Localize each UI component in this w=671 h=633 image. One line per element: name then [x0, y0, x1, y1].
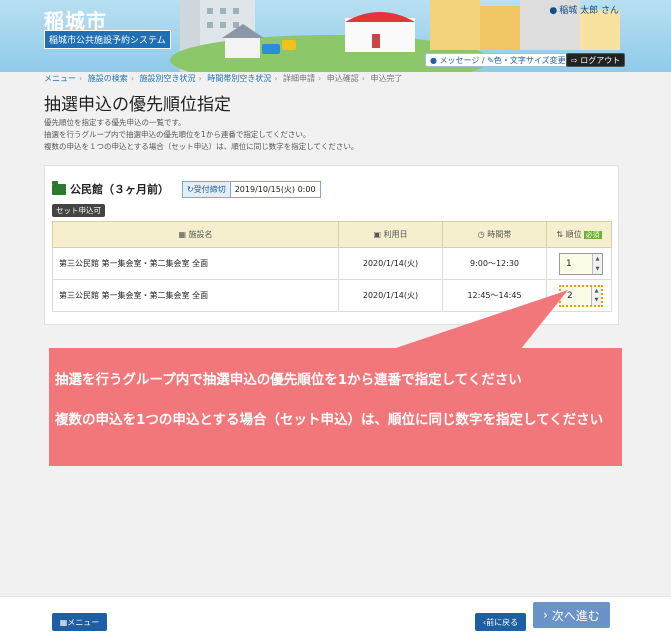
rank-stepper[interactable]: ▲ ▼	[591, 286, 601, 305]
breadcrumb: メニュー › 施設の検索 › 施設別空き状況 › 時間帯別空き状況 › 詳細申請 › 申込…	[44, 73, 403, 84]
refresh-icon: ↻	[187, 185, 194, 194]
rank-input[interactable]: 1 ▲ ▼	[559, 252, 603, 275]
date-cell: 2020/1/14(火)	[338, 279, 443, 312]
facility-name-cell: 第三公民館 第一集会室・第二集会室 全面	[52, 279, 339, 312]
rank-value: 2	[567, 290, 573, 301]
rank-stepper[interactable]: ▲ ▼	[592, 253, 602, 274]
text-size-label: 色・文字サイズ変更	[493, 56, 566, 65]
breadcrumb-item: 申込確認	[326, 74, 359, 83]
user-name-label: 稲城 太郎 さん	[559, 6, 619, 16]
menu-button[interactable]: ▦ メニュー	[52, 613, 107, 631]
column-header-label: 順位	[565, 230, 582, 239]
clock-icon: ◷	[477, 230, 488, 239]
table-header-row: ▦ 施設名 ▣ 利用日 ◷ 時間帯 ⇅ 順位 必須	[52, 221, 612, 248]
logout-icon: ⇨	[571, 56, 581, 65]
user-name[interactable]: ● 稲城 太郎 さん	[549, 3, 619, 16]
building-icon: ▦	[178, 230, 189, 239]
column-header-label: 時間帯	[487, 230, 512, 239]
back-label: 前に戻る	[486, 617, 519, 627]
breadcrumb-item[interactable]: 時間帯別空き状況	[207, 74, 271, 83]
description-line: 抽選を行うグループ内で抽選申込の優先順位を1から連番で指定してください。	[44, 130, 311, 139]
breadcrumb-item[interactable]: メニュー	[44, 74, 76, 83]
table-row: 第三公民館 第一集会室・第二集会室 全面 2020/1/14(火) 9:00～1…	[52, 247, 612, 280]
time-cell: 12:45～14:45	[442, 279, 547, 312]
column-header-time: ◷ 時間帯	[442, 221, 547, 248]
sort-icon: ⇅	[556, 230, 566, 239]
chevron-down-icon[interactable]: ▼	[596, 266, 600, 272]
chevron-up-icon[interactable]: ▲	[596, 256, 600, 262]
chevron-up-icon[interactable]: ▲	[595, 288, 599, 294]
logout-button[interactable]: ⇨ ログアウト	[566, 53, 626, 67]
system-name: 稲城市公共施設予約システム	[44, 30, 171, 49]
text-size-button[interactable]: / ✎色・文字サイズ変更	[479, 56, 566, 65]
breadcrumb-item[interactable]: 施設別空き状況	[140, 74, 196, 83]
deadline-value: 2019/10/15(火) 0:00	[234, 185, 316, 194]
facility-title: 公民館（３ヶ月前）	[70, 183, 169, 196]
time-cell: 9:00～12:30	[442, 247, 547, 280]
facility-header: 公民館（３ヶ月前）	[52, 180, 169, 197]
table-row: 第三公民館 第一集会室・第二集会室 全面 2020/1/14(火) 12:45～…	[52, 279, 612, 312]
required-badge: 必須	[583, 231, 602, 239]
calendar-icon: ▣	[373, 230, 384, 239]
menu-label: メニュー	[67, 617, 100, 627]
instruction-callout: 抽選を行うグループ内で抽選申込の優先順位を1から連番で指定してください 複数の申…	[49, 348, 622, 466]
column-header-date: ▣ 利用日	[338, 221, 443, 248]
next-button[interactable]: › 次へ進む	[533, 602, 610, 628]
footer-bar: ▦ メニュー ‹ 前に戻る › 次へ進む	[0, 596, 671, 633]
brush-icon: ✎	[487, 56, 494, 65]
set-application-badge: セット申込可	[52, 204, 105, 217]
message-button[interactable]: ● メッセージ / ✎色・文字サイズ変更	[425, 53, 571, 67]
rank-input[interactable]: 2 ▲ ▼	[559, 284, 603, 307]
description-line: 複数の申込を１つの申込とする場合（セット申込）は、順位に同じ数字を指定してくださ…	[44, 142, 359, 151]
rank-cell: 2 ▲ ▼	[546, 279, 612, 312]
breadcrumb-separator: ›	[318, 74, 322, 83]
logout-label: ログアウト	[580, 56, 621, 65]
breadcrumb-separator: ›	[274, 74, 278, 83]
chevron-right-icon: ›	[543, 608, 552, 622]
column-header-label: 利用日	[383, 230, 408, 239]
page-title: 抽選申込の優先順位指定	[44, 95, 231, 115]
facility-card: 公民館（３ヶ月前） ↻ 受付締切 2019/10/15(火) 0:00 セット申…	[44, 165, 619, 325]
back-button[interactable]: ‹ 前に戻る	[475, 613, 526, 631]
breadcrumb-item: 申込完了	[370, 74, 403, 83]
deadline-label: ↻ 受付締切	[183, 182, 231, 197]
column-header-name: ▦ 施設名	[52, 221, 339, 248]
date-cell: 2020/1/14(火)	[338, 247, 443, 280]
breadcrumb-separator: ›	[79, 74, 83, 83]
callout-line: 複数の申込を1つの申込とする場合（セット申込）は、順位に同じ数字を指定してくださ…	[55, 412, 604, 428]
facility-name-cell: 第三公民館 第一集会室・第二集会室 全面	[52, 247, 339, 280]
breadcrumb-separator: ›	[361, 74, 365, 83]
column-header-rank: ⇅ 順位 必須	[546, 221, 612, 248]
deadline-box: ↻ 受付締切 2019/10/15(火) 0:00	[182, 181, 321, 198]
chat-icon: ●	[430, 56, 440, 65]
column-header-label: 施設名	[188, 230, 213, 239]
breadcrumb-separator: ›	[198, 74, 202, 83]
folder-icon	[52, 180, 66, 195]
rank-cell: 1 ▲ ▼	[546, 247, 612, 280]
user-icon: ●	[549, 6, 558, 16]
breadcrumb-separator: ›	[130, 74, 134, 83]
application-table: ▦ 施設名 ▣ 利用日 ◷ 時間帯 ⇅ 順位 必須 第三公民館 第一集会室・第二集…	[52, 221, 612, 312]
grid-icon: ▦	[59, 617, 68, 627]
message-label: メッセージ	[439, 56, 480, 65]
breadcrumb-item[interactable]: 施設の検索	[88, 74, 128, 83]
page-description: 優先順位を指定する優先申込の一覧です。 抽選を行うグループ内で抽選申込の優先順位…	[44, 117, 358, 153]
callout-text: 抽選を行うグループ内で抽選申込の優先順位を1から連番で指定してください 複数の申…	[55, 370, 615, 450]
description-line: 優先順位を指定する優先申込の一覧です。	[44, 118, 186, 127]
chevron-down-icon[interactable]: ▼	[595, 297, 599, 303]
next-label: 次へ進む	[551, 608, 600, 623]
deadline-label-text: 受付締切	[193, 185, 226, 194]
rank-value: 1	[566, 258, 572, 269]
breadcrumb-item: 詳細申請	[283, 74, 315, 83]
callout-line: 抽選を行うグループ内で抽選申込の優先順位を1から連番で指定してください	[55, 372, 522, 388]
header: 稲城市 稲城市公共施設予約システム ● 稲城 太郎 さん ● メッセージ / ✎色…	[0, 0, 671, 72]
